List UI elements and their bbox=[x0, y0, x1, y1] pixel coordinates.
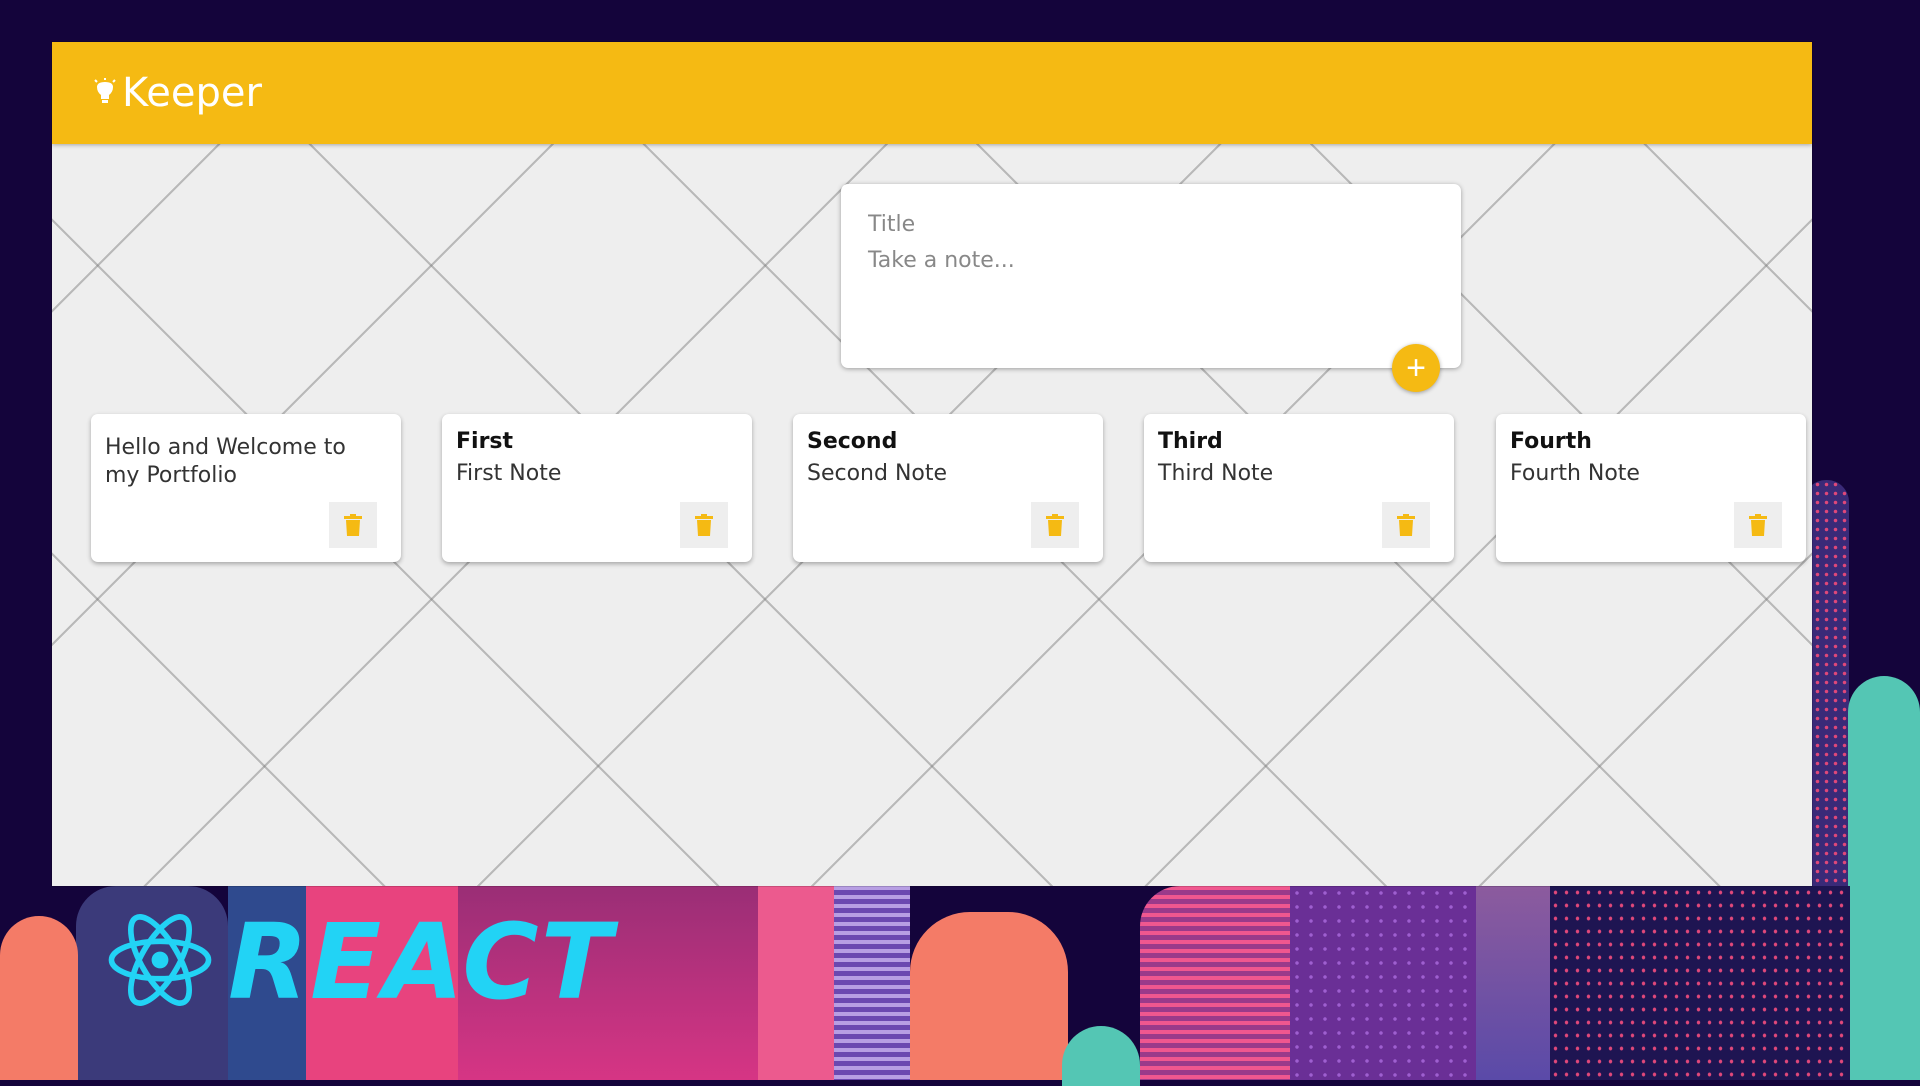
trash-icon bbox=[344, 514, 362, 536]
decorative-bar bbox=[758, 886, 834, 1080]
react-atom-icon bbox=[108, 914, 212, 1006]
app-title: Keeper bbox=[122, 70, 262, 116]
decorative-dotted-bar bbox=[1290, 886, 1476, 1080]
create-note-form bbox=[841, 184, 1461, 368]
note-card: Third Third Note bbox=[1144, 414, 1454, 562]
app-header: Keeper bbox=[52, 42, 1812, 144]
note-content: Third Note bbox=[1158, 461, 1274, 486]
note-card: Hello and Welcome to my Portfolio bbox=[91, 414, 401, 562]
note-content: Second Note bbox=[807, 461, 948, 486]
plus-icon: + bbox=[1406, 349, 1426, 387]
decorative-striped-bar bbox=[1140, 886, 1290, 1080]
note-card: Fourth Fourth Note bbox=[1496, 414, 1806, 562]
decorative-bar bbox=[1476, 886, 1550, 1080]
delete-note-button[interactable] bbox=[1031, 502, 1079, 548]
react-banner-word: REACT bbox=[228, 901, 614, 1023]
delete-note-button[interactable] bbox=[1734, 502, 1782, 548]
decorative-confetti-bar bbox=[1550, 886, 1850, 1080]
decorative-teal-column bbox=[1848, 676, 1920, 1080]
note-title-input[interactable] bbox=[866, 206, 1430, 242]
brand: Keeper bbox=[94, 70, 262, 116]
note-title: Second bbox=[807, 429, 898, 454]
decorative-blob bbox=[910, 912, 1068, 1080]
trash-icon bbox=[695, 514, 713, 536]
note-content-input[interactable] bbox=[866, 246, 1430, 340]
decorative-striped-bar bbox=[834, 886, 910, 1080]
note-content: Hello and Welcome to my Portfolio bbox=[105, 435, 346, 488]
note-content: First Note bbox=[456, 461, 562, 486]
note-title: Fourth bbox=[1510, 429, 1592, 454]
note-card: First First Note bbox=[442, 414, 752, 562]
note-title: Third bbox=[1158, 429, 1223, 454]
keeper-app-window: Keeper + Hello and Welcome to my Portfol… bbox=[52, 42, 1812, 886]
trash-icon bbox=[1749, 514, 1767, 536]
decorative-blob bbox=[0, 916, 78, 1080]
note-content: Fourth Note bbox=[1510, 461, 1640, 486]
trash-icon bbox=[1046, 514, 1064, 536]
delete-note-button[interactable] bbox=[329, 502, 377, 548]
note-title: First bbox=[456, 429, 514, 454]
lightbulb-icon bbox=[94, 78, 116, 103]
delete-note-button[interactable] bbox=[1382, 502, 1430, 548]
note-card: Second Second Note bbox=[793, 414, 1103, 562]
trash-icon bbox=[1397, 514, 1415, 536]
decorative-blob bbox=[1062, 1026, 1140, 1086]
add-note-button[interactable]: + bbox=[1392, 344, 1440, 392]
delete-note-button[interactable] bbox=[680, 502, 728, 548]
